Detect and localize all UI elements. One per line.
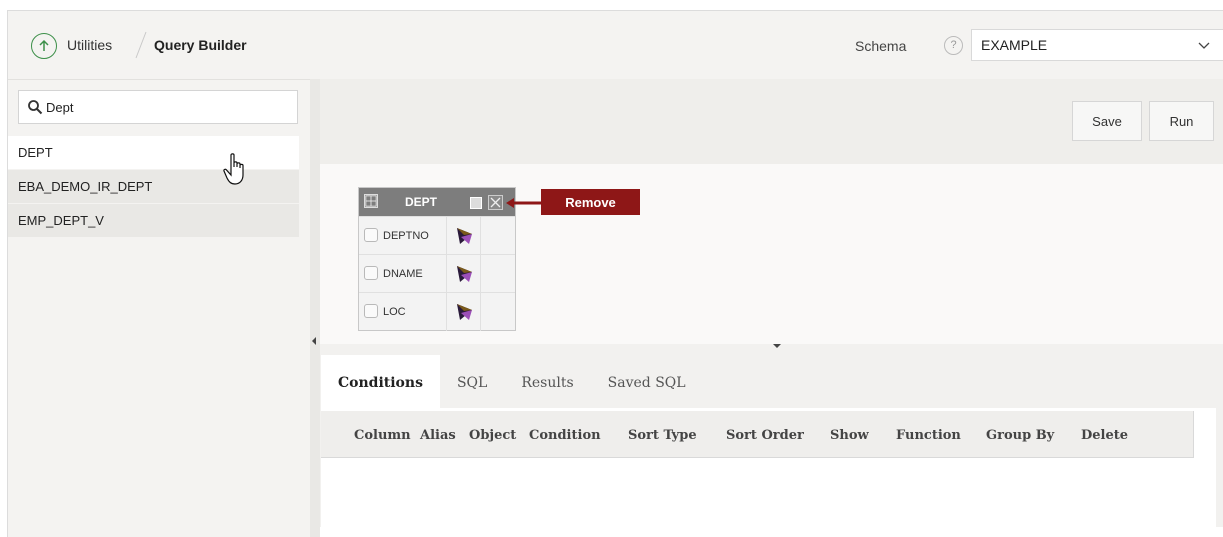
table-item-emp-dept-v[interactable]: EMP_DEPT_V xyxy=(8,204,299,238)
column-type-icon xyxy=(457,266,472,282)
schema-label: Schema xyxy=(855,38,907,54)
page-title: Query Builder xyxy=(154,37,247,53)
hand-cursor-icon xyxy=(223,153,244,185)
vertical-splitter[interactable] xyxy=(310,79,320,537)
collapse-left-icon[interactable] xyxy=(312,337,316,345)
column-type-icon xyxy=(457,304,472,320)
table-list-panel: Dept DEPT EBA_DEMO_IR_DEPT EMP_DEPT_V xyxy=(8,80,311,537)
table-list: DEPT EBA_DEMO_IR_DEPT EMP_DEPT_V xyxy=(8,136,299,238)
col-header-sort-order: Sort Order xyxy=(726,428,804,443)
column-row: DEPTNO xyxy=(359,216,515,255)
col-header-object: Object xyxy=(469,428,517,443)
minimize-icon[interactable] xyxy=(470,197,482,209)
callout-arrow-icon xyxy=(506,198,545,208)
dept-table-header[interactable]: DEPT xyxy=(359,188,515,216)
search-value: Dept xyxy=(46,100,74,115)
help-icon[interactable]: ? xyxy=(944,36,963,55)
remove-callout: Remove xyxy=(541,189,640,215)
table-item-dept[interactable]: DEPT xyxy=(8,136,299,170)
toolbar: Save Run xyxy=(320,79,1223,164)
dept-table-title: DEPT xyxy=(405,195,438,209)
chevron-down-icon xyxy=(1198,42,1210,49)
col-header-condition: Condition xyxy=(529,428,601,443)
dept-table-widget[interactable]: DEPT DEPTNO DNAME LOC xyxy=(358,187,516,331)
col-header-group-by: Group By xyxy=(986,428,1055,443)
breadcrumb-utilities[interactable]: Utilities xyxy=(67,37,112,53)
tab-conditions[interactable]: Conditions xyxy=(321,355,440,408)
tab-bar: Conditions SQL Results Saved SQL xyxy=(321,355,703,408)
close-icon[interactable] xyxy=(488,195,503,210)
run-button[interactable]: Run xyxy=(1149,101,1214,141)
schema-select[interactable]: EXAMPLE xyxy=(971,29,1223,61)
column-checkbox[interactable] xyxy=(364,266,378,280)
conditions-columns: Column Alias Object Condition Sort Type … xyxy=(354,428,1128,443)
column-name: DNAME xyxy=(383,268,423,280)
col-header-alias: Alias xyxy=(420,428,456,443)
column-checkbox[interactable] xyxy=(364,304,378,318)
column-name: DEPTNO xyxy=(383,230,429,242)
search-icon xyxy=(28,100,43,115)
collapse-down-icon[interactable] xyxy=(773,344,781,348)
up-arrow-icon[interactable] xyxy=(31,33,57,59)
tab-sql[interactable]: SQL xyxy=(440,355,504,408)
tab-saved-sql[interactable]: Saved SQL xyxy=(591,355,703,408)
save-button[interactable]: Save xyxy=(1072,101,1142,141)
search-input[interactable]: Dept xyxy=(18,90,298,124)
breadcrumb-separator xyxy=(135,31,147,59)
col-header-function: Function xyxy=(896,428,961,443)
column-name: LOC xyxy=(383,306,406,318)
column-row: DNAME xyxy=(359,254,515,293)
schema-value: EXAMPLE xyxy=(981,37,1048,53)
tab-results[interactable]: Results xyxy=(504,355,590,408)
table-item-eba-demo-ir-dept[interactable]: EBA_DEMO_IR_DEPT xyxy=(8,170,299,204)
col-header-column: Column xyxy=(354,428,411,443)
page-header: Utilities Query Builder Schema ? EXAMPLE xyxy=(8,11,1223,80)
col-header-delete: Delete xyxy=(1081,428,1129,443)
column-type-icon xyxy=(457,228,472,244)
column-checkbox[interactable] xyxy=(364,228,378,242)
col-header-show: Show xyxy=(830,428,869,443)
column-row: LOC xyxy=(359,292,515,331)
col-header-sort-type: Sort Type xyxy=(628,428,697,443)
table-grid-icon xyxy=(364,194,378,208)
